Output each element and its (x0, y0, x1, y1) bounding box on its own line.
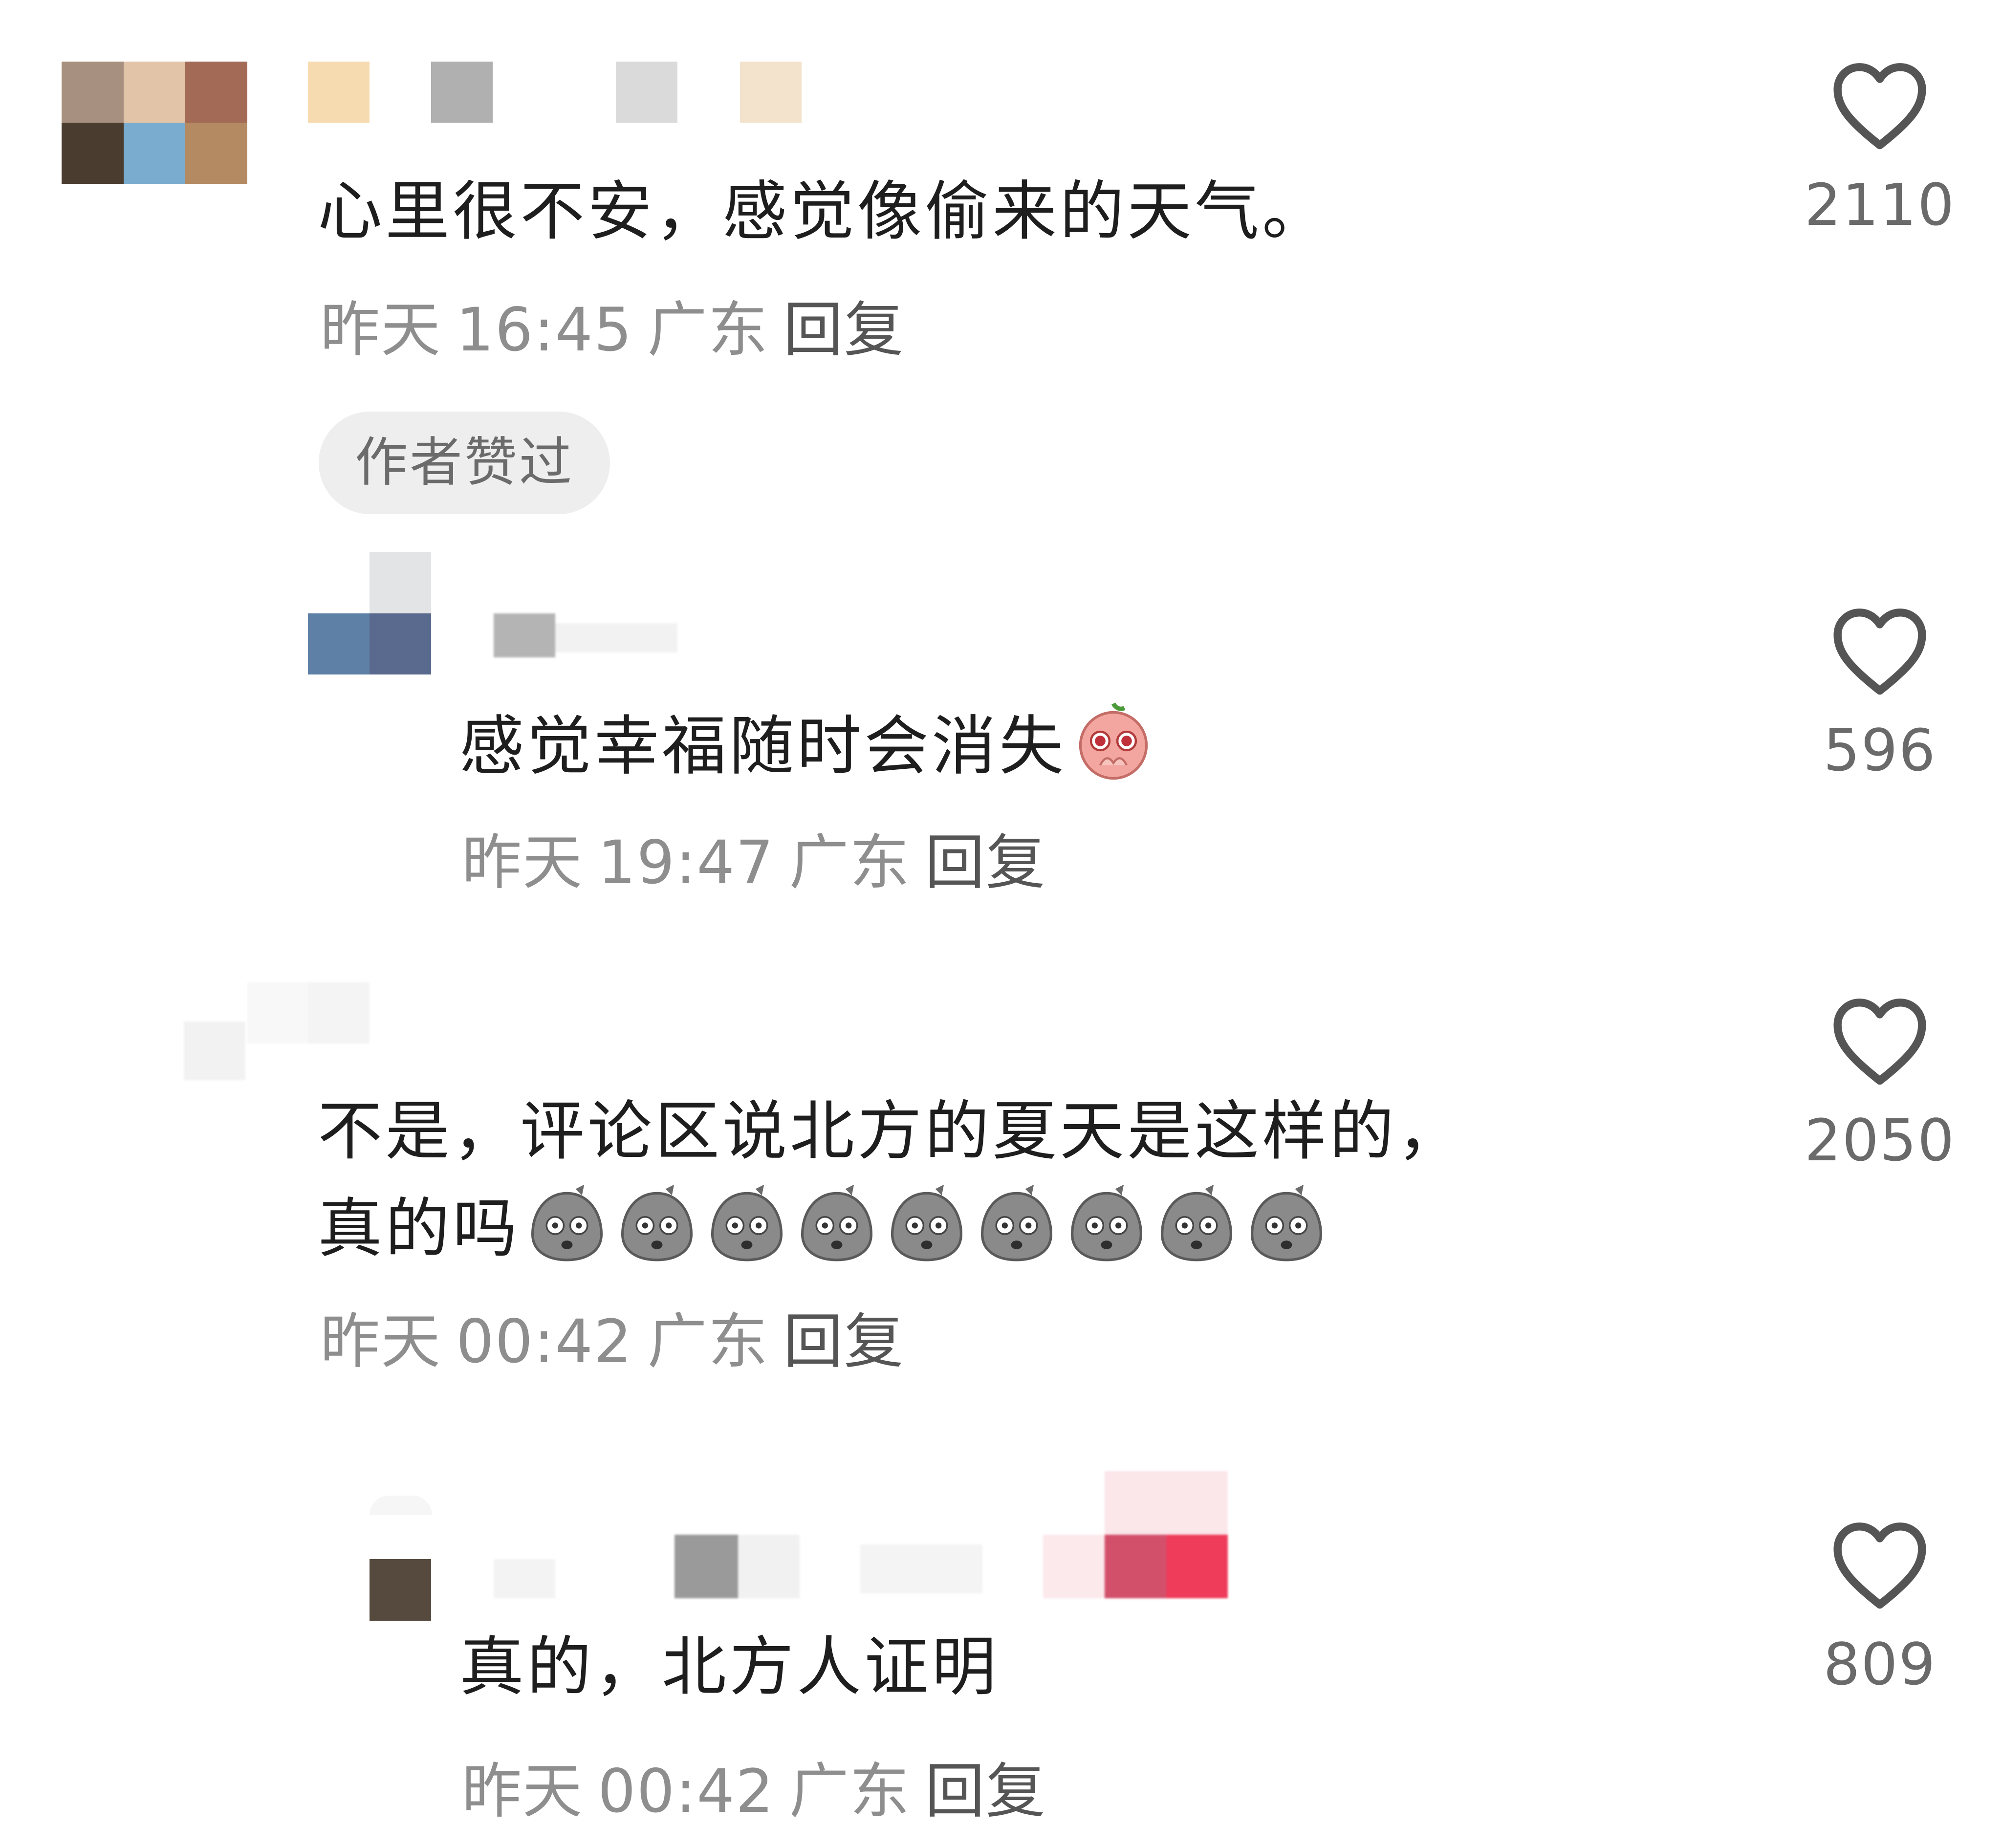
shocked-grey-bag-emoji (794, 1180, 880, 1286)
author-liked-badge: 作者赞过 (319, 412, 610, 514)
comment-text: 感觉幸福随时会消失 (459, 697, 1157, 804)
comment-location: 广东 (789, 1757, 911, 1826)
shocked-grey-bag-emoji (1064, 1180, 1150, 1286)
username-redacted[interactable] (494, 613, 679, 657)
comment-meta: 昨天 16:45 广东 回复 (320, 293, 905, 367)
comment-location: 广东 (789, 828, 911, 897)
avatar[interactable] (308, 552, 431, 674)
comment-item: 不是，评论区说北方的夏天是这样的， 真的吗 昨天 00:42 广东 回复 2050 (0, 958, 2002, 1422)
like-count: 596 (1823, 717, 1937, 784)
comment-item: 心里很不安，感觉像偷来的天气。 昨天 16:45 广东 回复 作者赞过 2110 (0, 0, 2002, 528)
like-count: 809 (1823, 1631, 1937, 1698)
shocked-grey-bag-emoji-group (520, 1184, 1329, 1266)
comment-day: 昨天 (320, 1307, 441, 1376)
comment-text-line2: 真的吗 (318, 1180, 1329, 1286)
comment-location: 广东 (647, 295, 769, 365)
username-redacted[interactable] (494, 1471, 1228, 1598)
comment-time: 16:45 (456, 295, 633, 365)
comment-text: 真的，北方人证明 (459, 1630, 999, 1705)
comment-meta: 昨天 00:42 广东 回复 (320, 1305, 905, 1378)
heart-outline-icon (1833, 1522, 1926, 1609)
comment-text-line1: 不是，评论区说北方的夏天是这样的， (318, 1094, 1464, 1169)
like-count: 2110 (1804, 171, 1956, 239)
like-count: 2050 (1804, 1107, 1956, 1174)
like-button[interactable]: 2110 (1797, 59, 1963, 241)
comment-meta: 昨天 00:42 广东 回复 (462, 1755, 1046, 1828)
shocked-grey-bag-emoji (704, 1180, 790, 1286)
username-redacted[interactable] (308, 62, 821, 123)
comment-meta: 昨天 19:47 广东 回复 (462, 826, 1046, 899)
shocked-grey-bag-emoji (614, 1180, 700, 1286)
like-button[interactable]: 2050 (1797, 994, 1963, 1177)
pleading-peach-emoji (1069, 697, 1157, 804)
reply-comment-item: 真的，北方人证明 昨天 00:42 广东 回复 809 (0, 1466, 2002, 1848)
reply-button[interactable]: 回复 (925, 1757, 1046, 1826)
avatar[interactable] (184, 982, 431, 1080)
shocked-grey-bag-emoji (1153, 1180, 1240, 1286)
avatar[interactable] (323, 1496, 445, 1621)
reply-comment-item: 感觉幸福随时会消失 昨天 19:47 广东 回复 596 (0, 538, 2002, 929)
comment-day: 昨天 (320, 295, 441, 365)
shocked-grey-bag-emoji (524, 1180, 610, 1286)
comment-time: 00:42 (456, 1307, 633, 1376)
reply-button[interactable]: 回复 (783, 1307, 905, 1376)
shocked-grey-bag-emoji (974, 1180, 1060, 1286)
avatar[interactable] (62, 62, 247, 184)
shocked-grey-bag-emoji (1243, 1180, 1329, 1286)
heart-outline-icon (1833, 609, 1926, 695)
like-button[interactable]: 596 (1797, 604, 1963, 787)
reply-button[interactable]: 回复 (925, 828, 1046, 897)
comment-day: 昨天 (462, 1757, 583, 1826)
comment-day: 昨天 (462, 828, 583, 897)
comment-time: 00:42 (598, 1757, 775, 1826)
heart-outline-icon (1833, 63, 1926, 150)
reply-button[interactable]: 回复 (783, 295, 905, 365)
comment-time: 19:47 (598, 828, 775, 897)
comment-location: 广东 (647, 1307, 769, 1376)
like-button[interactable]: 809 (1797, 1518, 1963, 1701)
heart-outline-icon (1833, 999, 1926, 1085)
comment-text: 心里很不安，感觉像偷来的天气。 (318, 174, 1329, 249)
shocked-grey-bag-emoji (884, 1180, 970, 1286)
